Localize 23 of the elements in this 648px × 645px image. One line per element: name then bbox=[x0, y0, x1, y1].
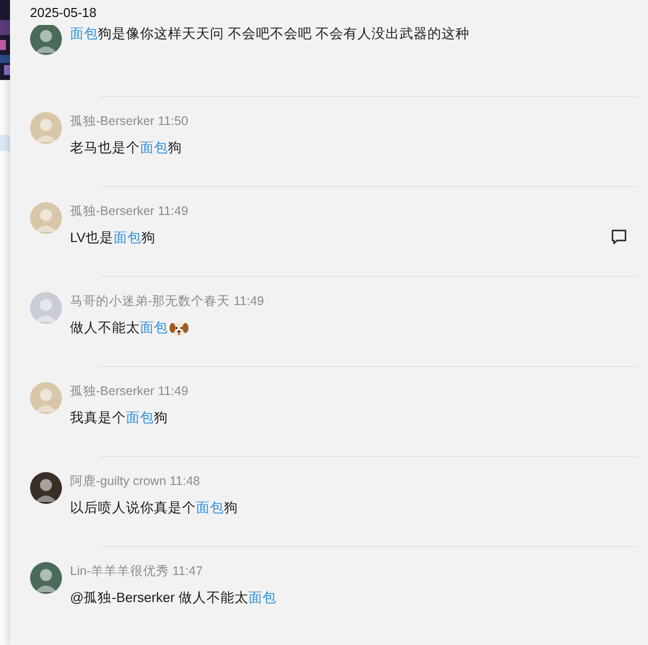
comment-icon[interactable] bbox=[611, 229, 627, 245]
message-text: 以后喷人说你真是个面包狗 bbox=[70, 498, 238, 518]
author-time: 孤独-Berserker 11:50 bbox=[70, 113, 188, 129]
keyword-link[interactable]: 面包 bbox=[126, 408, 154, 428]
keyword-link[interactable]: 面包 bbox=[114, 228, 142, 248]
message-text: 我真是个面包狗 bbox=[70, 408, 188, 428]
keyword-link[interactable]: 面包 bbox=[140, 318, 168, 338]
message-text: 老马也是个面包狗 bbox=[70, 138, 188, 158]
list-highlight bbox=[0, 135, 10, 151]
keyword-link[interactable]: 面包 bbox=[70, 24, 98, 44]
date-header: 2025-05-18 bbox=[30, 5, 96, 20]
keyword-link[interactable]: 面包 bbox=[196, 498, 224, 518]
keyword-link[interactable]: 面包 bbox=[248, 588, 276, 608]
message-text: LV也是面包狗 bbox=[70, 228, 188, 248]
message-text: 做人不能太面包 bbox=[70, 318, 264, 338]
author-time: 孤独-Berserker 11:49 bbox=[70, 203, 188, 219]
keyword-link[interactable]: 面包 bbox=[140, 138, 168, 158]
message-text: @孤独-Berserker 做人不能太面包 bbox=[70, 588, 276, 608]
author-time: 孤独-Berserker 11:49 bbox=[70, 383, 188, 399]
author-time: 阿鹿-guilty crown 11:48 bbox=[70, 473, 201, 489]
message-text: 面包狗是像你这样天天问 不会吧不会吧 不会有人没出武器的这种 bbox=[70, 24, 470, 44]
author-time: 马哥的小迷弟-那无数个春天 11:49 bbox=[70, 293, 264, 309]
author-time: Lin-羊羊羊很优秀 11:47 bbox=[70, 563, 204, 579]
